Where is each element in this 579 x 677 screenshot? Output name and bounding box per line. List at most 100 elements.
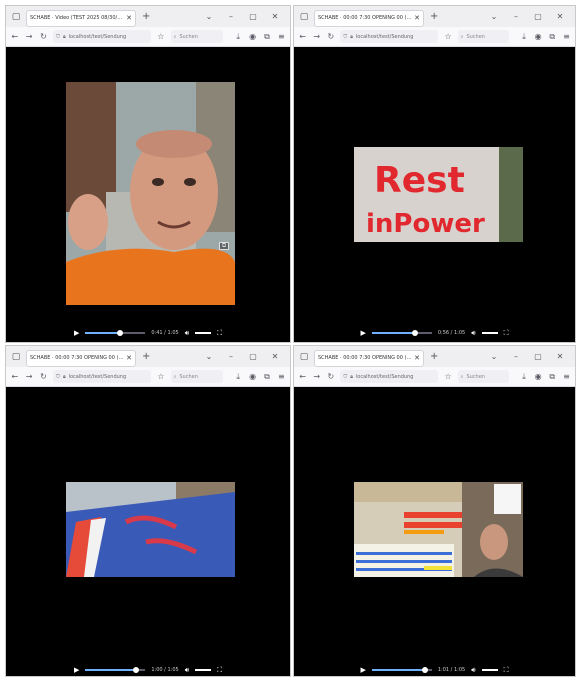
search-field[interactable]: ⌕ Suchen: [457, 30, 510, 43]
download-icon[interactable]: ⤓: [519, 32, 528, 42]
reload-icon[interactable]: ↻: [326, 372, 335, 381]
fullscreen-icon[interactable]: ⛶: [504, 666, 509, 675]
volume-icon[interactable]: 🔊︎: [471, 666, 475, 675]
address-bar[interactable]: ⛉ 🔒︎ localhost/test/Sendung: [53, 30, 152, 43]
volume-slider[interactable]: [195, 669, 212, 671]
address-bar[interactable]: ⛉ 🔒︎ localhost/test/Sendung: [53, 370, 152, 383]
browser-tab[interactable]: SCHABE · 00:00 7:30 OPENING 00 (17) ✕: [314, 349, 424, 367]
search-icon: ⌕: [460, 373, 464, 380]
extensions-icon[interactable]: ⧉: [548, 372, 557, 382]
close-tab-icon[interactable]: ✕: [414, 14, 420, 22]
close-window-icon[interactable]: ✕: [264, 12, 286, 21]
tab-list-icon[interactable]: ▢: [298, 351, 310, 363]
picture-in-picture-icon[interactable]: ⧉: [219, 242, 229, 250]
account-icon[interactable]: ◉: [534, 32, 543, 41]
play-icon[interactable]: ▶: [74, 329, 79, 337]
forward-icon[interactable]: →: [24, 372, 33, 381]
bookmark-star-icon[interactable]: ☆: [156, 372, 165, 381]
dropdown-icon[interactable]: ⌄: [483, 352, 505, 361]
play-icon[interactable]: ▶: [74, 666, 79, 674]
close-tab-icon[interactable]: ✕: [126, 14, 132, 22]
reload-icon[interactable]: ↻: [39, 372, 48, 381]
play-icon[interactable]: ▶: [360, 666, 365, 674]
maximize-icon[interactable]: ▢: [242, 12, 264, 21]
extensions-icon[interactable]: ⧉: [548, 32, 557, 42]
dropdown-icon[interactable]: ⌄: [198, 352, 220, 361]
video-player[interactable]: ⧉: [354, 482, 523, 577]
address-bar[interactable]: ⛉ 🔒︎ localhost/test/Sendung: [340, 30, 439, 43]
seek-bar[interactable]: [85, 330, 146, 336]
volume-icon[interactable]: 🔊︎: [185, 329, 189, 338]
fullscreen-icon[interactable]: ⛶: [217, 666, 222, 675]
volume-slider[interactable]: [195, 332, 212, 334]
close-window-icon[interactable]: ✕: [264, 352, 286, 361]
maximize-icon[interactable]: ▢: [527, 12, 549, 21]
menu-icon[interactable]: ≡: [562, 372, 571, 381]
menu-icon[interactable]: ≡: [277, 32, 286, 41]
download-icon[interactable]: ⤓: [519, 372, 528, 382]
new-tab-icon[interactable]: +: [430, 11, 438, 22]
dropdown-icon[interactable]: ⌄: [483, 12, 505, 21]
volume-icon[interactable]: 🔊︎: [471, 329, 475, 338]
close-window-icon[interactable]: ✕: [549, 352, 571, 361]
search-field[interactable]: ⌕ Suchen: [457, 370, 510, 383]
bookmark-star-icon[interactable]: ☆: [443, 372, 452, 381]
back-icon[interactable]: ←: [10, 372, 19, 381]
seek-bar[interactable]: [371, 330, 432, 336]
account-icon[interactable]: ◉: [534, 372, 543, 381]
volume-slider[interactable]: [481, 332, 498, 334]
bookmark-star-icon[interactable]: ☆: [443, 32, 452, 41]
play-icon[interactable]: ▶: [360, 329, 365, 337]
forward-icon[interactable]: →: [312, 32, 321, 41]
volume-slider[interactable]: [481, 669, 498, 671]
back-icon[interactable]: ←: [298, 32, 307, 41]
extensions-icon[interactable]: ⧉: [262, 372, 271, 382]
volume-icon[interactable]: 🔊︎: [185, 666, 189, 675]
bookmark-star-icon[interactable]: ☆: [156, 32, 165, 41]
maximize-icon[interactable]: ▢: [527, 352, 549, 361]
extensions-icon[interactable]: ⧉: [262, 32, 271, 42]
tab-list-icon[interactable]: ▢: [298, 11, 310, 23]
forward-icon[interactable]: →: [24, 32, 33, 41]
minimize-icon[interactable]: –: [505, 12, 527, 21]
fullscreen-icon[interactable]: ⛶: [217, 329, 222, 338]
tab-list-icon[interactable]: ▢: [10, 11, 22, 23]
dropdown-icon[interactable]: ⌄: [198, 12, 220, 21]
back-icon[interactable]: ←: [298, 372, 307, 381]
minimize-icon[interactable]: –: [220, 352, 242, 361]
seek-bar[interactable]: [371, 667, 432, 673]
account-icon[interactable]: ◉: [248, 372, 257, 381]
close-tab-icon[interactable]: ✕: [126, 354, 132, 362]
video-player[interactable]: ⧉: [66, 82, 235, 305]
back-icon[interactable]: ←: [10, 32, 19, 41]
reload-icon[interactable]: ↻: [326, 32, 335, 41]
menu-icon[interactable]: ≡: [562, 32, 571, 41]
browser-tab[interactable]: SCHABE · 00:00 7:30 OPENING 00 (17) ✕: [314, 9, 424, 27]
new-tab-icon[interactable]: +: [142, 351, 150, 362]
forward-icon[interactable]: →: [312, 372, 321, 381]
browser-tab[interactable]: SCHABE · Video (TEST 2025 08/30/2021 27)…: [26, 9, 136, 27]
address-bar[interactable]: ⛉ 🔒︎ localhost/test/Sendung: [340, 370, 439, 383]
fullscreen-icon[interactable]: ⛶: [504, 329, 509, 338]
account-icon[interactable]: ◉: [248, 32, 257, 41]
download-icon[interactable]: ⤓: [233, 32, 242, 42]
new-tab-icon[interactable]: +: [430, 351, 438, 362]
reload-icon[interactable]: ↻: [39, 32, 48, 41]
close-window-icon[interactable]: ✕: [549, 12, 571, 21]
minimize-icon[interactable]: –: [220, 12, 242, 21]
tab-list-icon[interactable]: ▢: [10, 351, 22, 363]
video-player[interactable]: Rest inPower ⧉: [354, 147, 523, 242]
maximize-icon[interactable]: ▢: [242, 352, 264, 361]
new-tab-icon[interactable]: +: [142, 11, 150, 22]
menu-icon[interactable]: ≡: [277, 372, 286, 381]
close-tab-icon[interactable]: ✕: [414, 354, 420, 362]
minimize-icon[interactable]: –: [505, 352, 527, 361]
title-bar: ▢ SCHABE · 00:00 7:30 OPENING 00 (17) ✕ …: [294, 346, 575, 367]
download-icon[interactable]: ⤓: [233, 372, 242, 382]
video-player[interactable]: ⧉: [66, 482, 235, 577]
browser-tab[interactable]: SCHABE · 00:00 7:30 OPENING 00 (17) ✕: [26, 349, 136, 367]
search-field[interactable]: ⌕ Suchen: [170, 30, 224, 43]
tab-title: SCHABE · 00:00 7:30 OPENING 00 (17): [30, 355, 125, 361]
search-field[interactable]: ⌕ Suchen: [170, 370, 224, 383]
seek-bar[interactable]: [85, 667, 146, 673]
